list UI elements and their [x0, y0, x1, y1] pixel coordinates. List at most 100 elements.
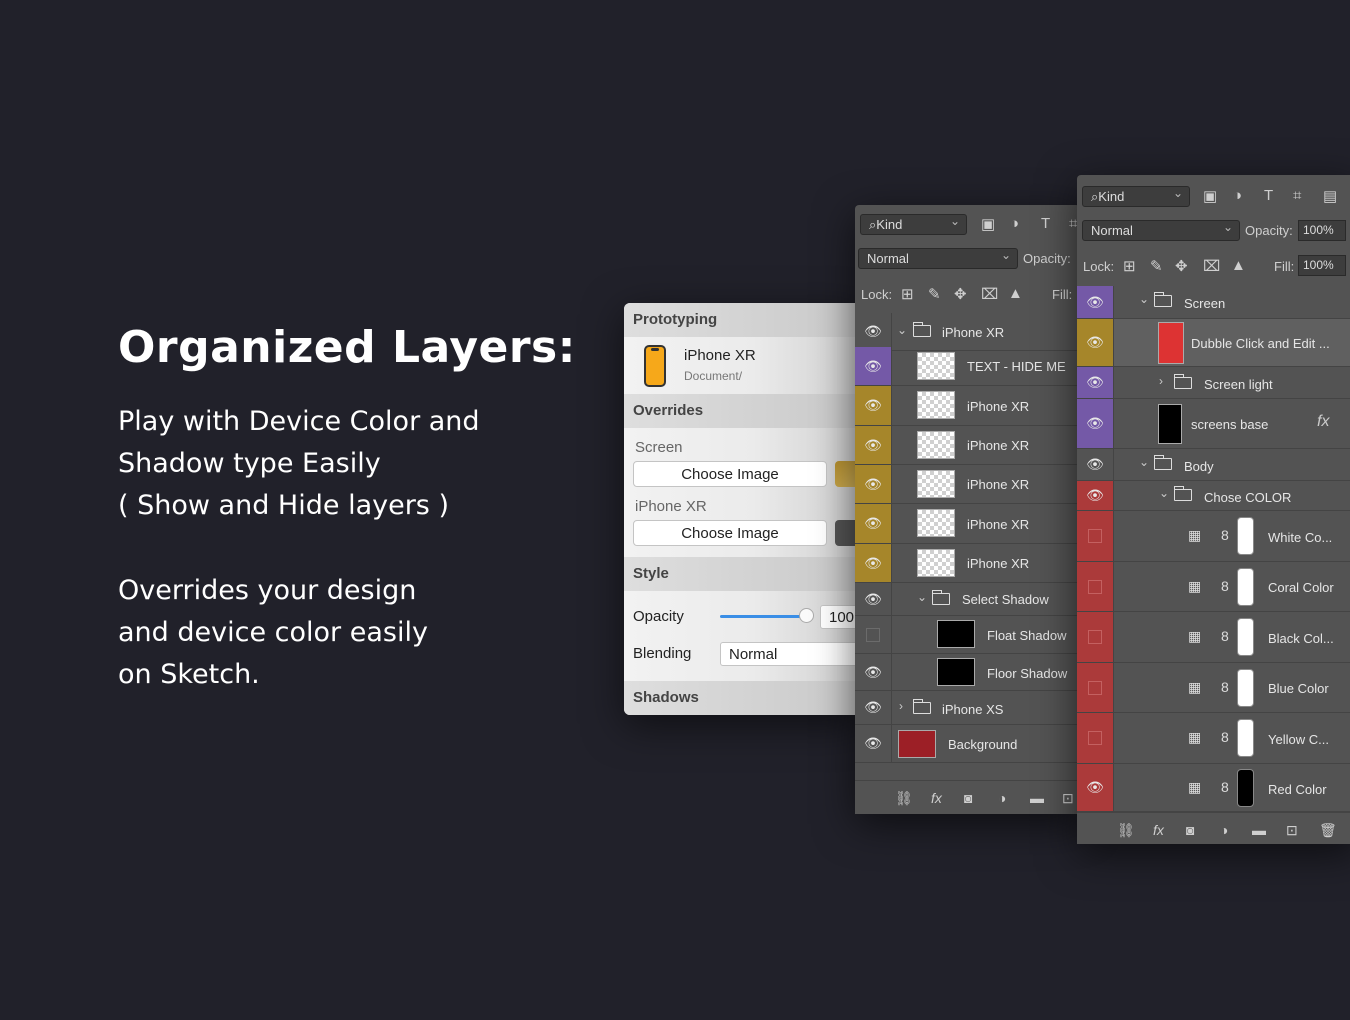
- lock-paint-icon[interactable]: ✎: [1150, 257, 1163, 275]
- kind-filter-select[interactable]: ⌕Kind: [860, 212, 967, 235]
- layer-name[interactable]: Select Shadow: [962, 592, 1049, 607]
- visibility-eye-icon[interactable]: 👁: [1077, 449, 1114, 480]
- layer-name[interactable]: White Co...: [1268, 530, 1332, 545]
- layer-row[interactable]: ▦ 8 White Co...: [1077, 511, 1350, 562]
- layer-row[interactable]: 👁 TEXT - HIDE ME: [855, 347, 1080, 386]
- layer-name[interactable]: iPhone XS: [942, 702, 1003, 717]
- layer-row[interactable]: ▦ 8 Blue Color: [1077, 663, 1350, 713]
- opacity-slider[interactable]: [720, 615, 810, 618]
- visibility-eye-icon[interactable]: 👁: [1077, 399, 1114, 448]
- layer-row[interactable]: 👁 ⌄ Body: [1077, 449, 1350, 481]
- screen-choose-image-button[interactable]: Choose Image: [633, 461, 827, 487]
- visibility-eye-icon[interactable]: 👁: [1077, 319, 1114, 366]
- mask-icon[interactable]: ◙: [964, 790, 972, 806]
- layer-row[interactable]: ▦ 8 Coral Color: [1077, 562, 1350, 612]
- lock-artboard-icon[interactable]: ⌧: [1203, 257, 1220, 275]
- opacity-slider-knob[interactable]: [799, 608, 814, 623]
- section-prototyping[interactable]: Prototyping: [624, 303, 860, 337]
- lock-all-icon[interactable]: ▲: [1008, 285, 1023, 302]
- visibility-eye-icon[interactable]: 👁: [855, 313, 892, 350]
- visibility-eye-icon[interactable]: 👁: [855, 725, 892, 762]
- adjustment-icon[interactable]: ◑: [1220, 822, 1228, 838]
- blend-mode-select[interactable]: Normal: [1082, 218, 1240, 241]
- visibility-eye-icon[interactable]: 👁: [855, 583, 892, 615]
- mask-icon[interactable]: ◙: [1186, 822, 1194, 838]
- adjustment-icon[interactable]: ◑: [998, 790, 1006, 806]
- layer-name[interactable]: Coral Color: [1268, 580, 1334, 595]
- lock-move-icon[interactable]: ✥: [1175, 257, 1188, 275]
- visibility-eye-icon[interactable]: 👁: [1077, 286, 1114, 318]
- layer-row[interactable]: 👁 iPhone XR: [855, 504, 1080, 544]
- chevron-down-icon[interactable]: ⌄: [917, 590, 927, 604]
- layer-row[interactable]: 👁 ⌄ Screen: [1077, 286, 1350, 319]
- visibility-eye-icon[interactable]: [1077, 562, 1114, 611]
- chevron-right-icon[interactable]: ›: [1159, 374, 1163, 388]
- group-folder-icon[interactable]: ▬: [1030, 790, 1044, 806]
- opacity-input[interactable]: 100%: [1298, 220, 1346, 241]
- chain-link-icon[interactable]: 8: [1221, 729, 1229, 745]
- fx-badge-icon[interactable]: fx: [1317, 413, 1329, 431]
- visibility-eye-icon[interactable]: 👁: [855, 426, 892, 464]
- opacity-field[interactable]: 100: [820, 605, 860, 629]
- visibility-eye-icon[interactable]: 👁: [855, 504, 892, 543]
- layer-row[interactable]: 👁 › iPhone XS: [855, 691, 1080, 725]
- blend-mode-select[interactable]: Normal: [858, 246, 1018, 269]
- layer-name[interactable]: Blue Color: [1268, 681, 1329, 696]
- trash-icon[interactable]: 🗑: [1319, 822, 1337, 839]
- layer-row[interactable]: 👁 iPhone XR: [855, 426, 1080, 465]
- chevron-down-icon[interactable]: ⌄: [1159, 486, 1169, 500]
- layer-row[interactable]: 👁 screens base fx: [1077, 399, 1350, 449]
- visibility-eye-icon[interactable]: 👁: [855, 347, 892, 385]
- image-filter-icon[interactable]: ▣: [1203, 187, 1217, 205]
- visibility-eye-icon[interactable]: 👁: [855, 691, 892, 724]
- layer-row[interactable]: 👁 Floor Shadow: [855, 654, 1080, 691]
- type-filter-icon[interactable]: T: [1264, 187, 1273, 204]
- chain-link-icon[interactable]: 8: [1221, 679, 1229, 695]
- layer-name[interactable]: Background: [948, 737, 1017, 752]
- layer-name[interactable]: iPhone XR: [967, 517, 1029, 532]
- visibility-eye-icon[interactable]: [1077, 663, 1114, 712]
- chain-link-icon[interactable]: 8: [1221, 779, 1229, 795]
- blending-select[interactable]: Normal: [720, 642, 860, 666]
- visibility-eye-icon[interactable]: 👁: [855, 465, 892, 503]
- kind-filter-select[interactable]: ⌕Kind: [1082, 184, 1190, 207]
- symbol-name[interactable]: iPhone XR: [684, 347, 756, 364]
- visibility-eye-icon[interactable]: 👁: [1077, 367, 1114, 398]
- visibility-eye-icon[interactable]: 👁: [855, 386, 892, 425]
- lock-transparent-icon[interactable]: ⊞: [901, 285, 914, 303]
- layer-row[interactable]: Float Shadow: [855, 616, 1080, 654]
- visibility-eye-icon[interactable]: 👁: [1077, 764, 1114, 811]
- adjustment-filter-icon[interactable]: ◑: [1233, 187, 1242, 204]
- layer-name[interactable]: TEXT - HIDE ME: [967, 359, 1066, 374]
- layer-name[interactable]: Yellow C...: [1268, 732, 1329, 747]
- layer-name[interactable]: Black Col...: [1268, 631, 1334, 646]
- layer-name[interactable]: iPhone XR: [967, 477, 1029, 492]
- chevron-right-icon[interactable]: ›: [899, 699, 903, 713]
- lock-transparent-icon[interactable]: ⊞: [1123, 257, 1136, 275]
- type-filter-icon[interactable]: T: [1041, 215, 1050, 232]
- link-icon[interactable]: ⛓: [1117, 822, 1135, 839]
- layer-row[interactable]: 👁 iPhone XR: [855, 465, 1080, 504]
- section-overrides[interactable]: Overrides: [624, 394, 860, 428]
- iphone-choose-image-button[interactable]: Choose Image: [633, 520, 827, 546]
- section-shadows[interactable]: Shadows: [624, 681, 860, 715]
- layer-name[interactable]: Float Shadow: [987, 628, 1067, 643]
- new-layer-icon[interactable]: ⊡: [1286, 822, 1298, 839]
- layer-name[interactable]: Red Color: [1268, 782, 1327, 797]
- visibility-eye-icon[interactable]: 👁: [855, 654, 892, 690]
- chain-link-icon[interactable]: 8: [1221, 578, 1229, 594]
- layer-name[interactable]: Dubble Click and Edit ...: [1191, 336, 1330, 351]
- layer-row-selected[interactable]: 👁 Dubble Click and Edit ...: [1077, 319, 1350, 367]
- chevron-down-icon[interactable]: ⌄: [897, 323, 907, 337]
- layer-name[interactable]: Chose COLOR: [1204, 490, 1291, 505]
- layer-row[interactable]: ▦ 8 Yellow C...: [1077, 713, 1350, 764]
- new-layer-icon[interactable]: ⊡: [1062, 790, 1074, 807]
- smart-object-filter-icon[interactable]: ▤: [1323, 187, 1337, 205]
- layer-row[interactable]: 👁 ⌄ Chose COLOR: [1077, 481, 1350, 511]
- fx-icon[interactable]: fx: [931, 790, 942, 806]
- lock-paint-icon[interactable]: ✎: [928, 285, 941, 303]
- layer-row[interactable]: 👁 › Screen light: [1077, 367, 1350, 399]
- lock-artboard-icon[interactable]: ⌧: [981, 285, 998, 303]
- shape-filter-icon[interactable]: ⌗: [1293, 187, 1301, 204]
- layer-row[interactable]: 👁 ▦ 8 Red Color: [1077, 764, 1350, 812]
